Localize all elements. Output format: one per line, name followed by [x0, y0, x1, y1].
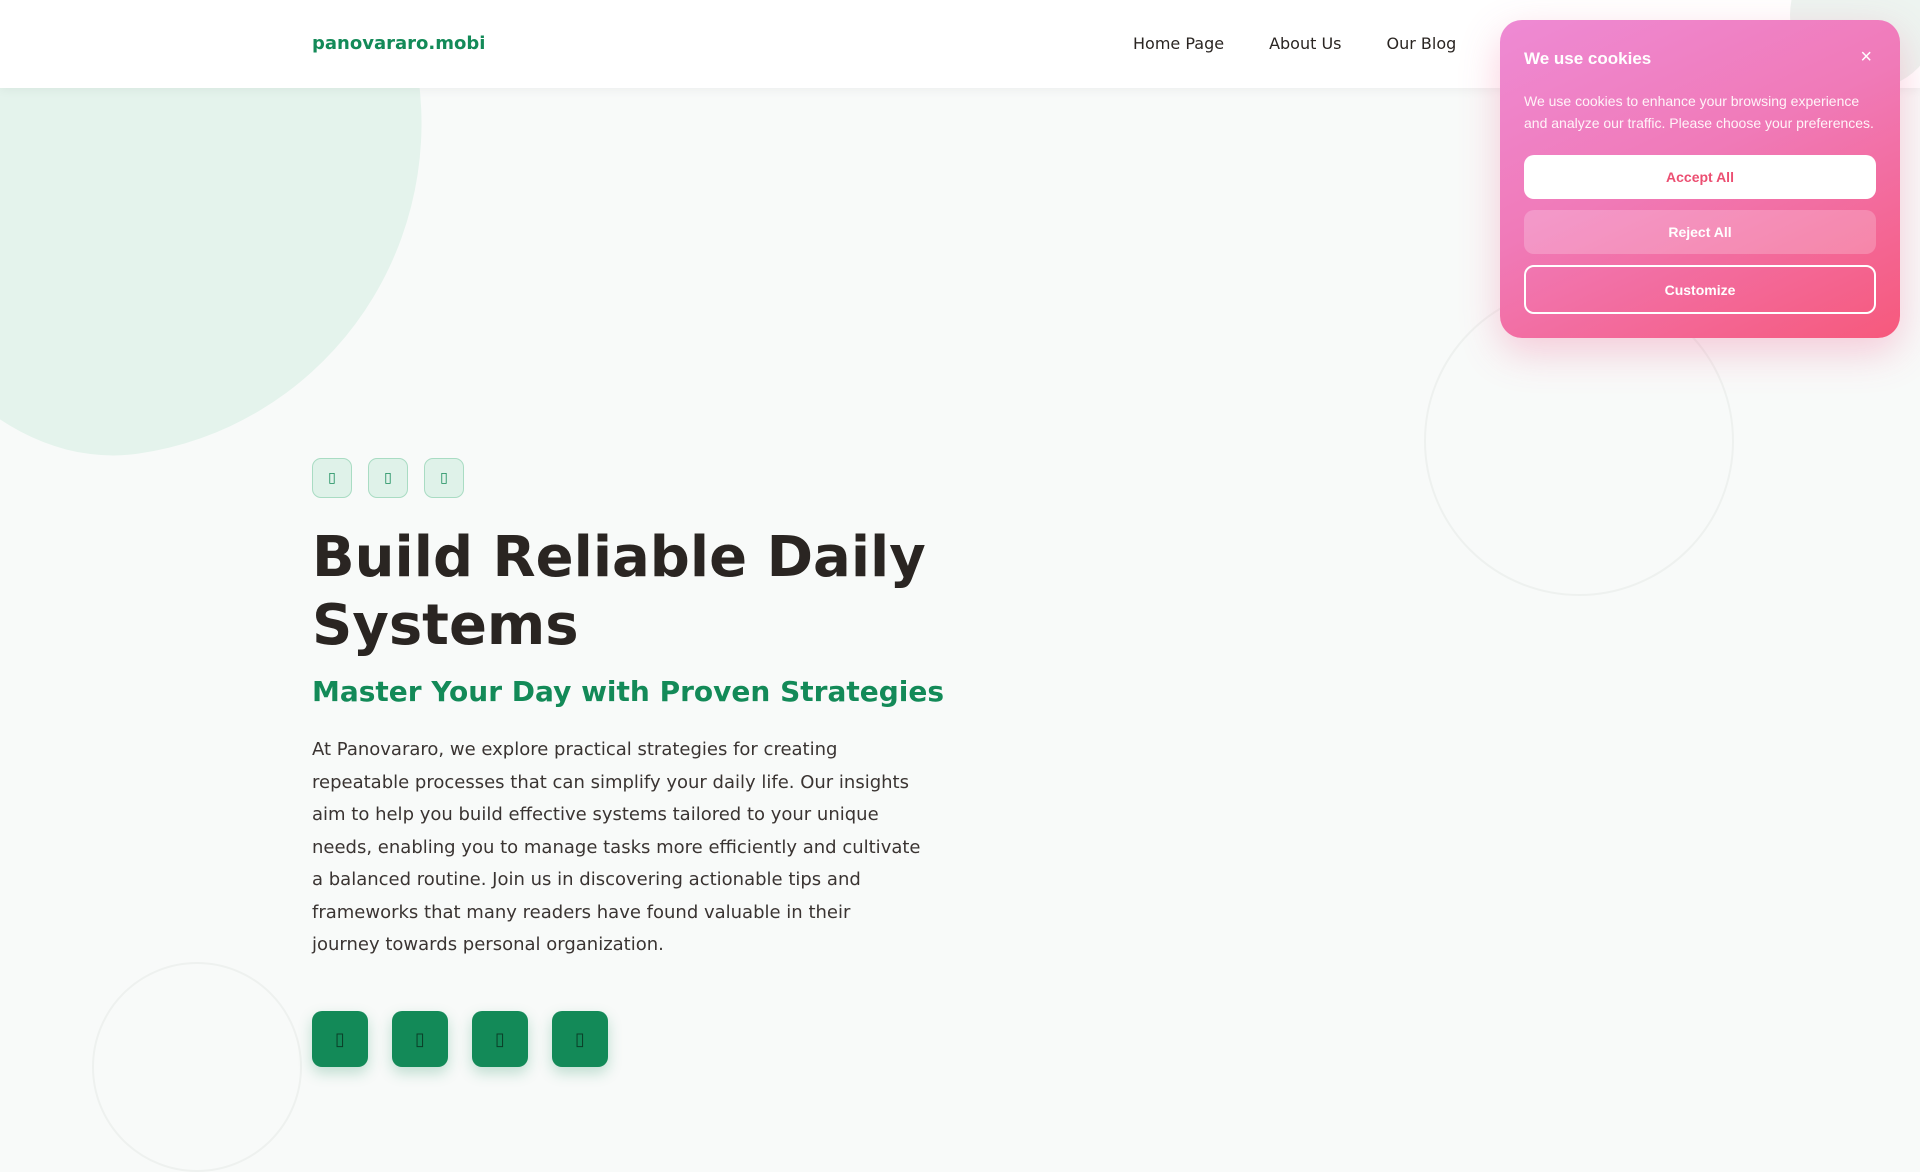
hero-subtitle: Master Your Day with Proven Strategies [312, 675, 945, 708]
close-icon[interactable]: × [1860, 47, 1872, 67]
social-icon-button[interactable]: ▯ [312, 1011, 368, 1067]
main-nav: Home Page About Us Our Blog [1133, 34, 1456, 53]
nav-blog-link[interactable]: Our Blog [1387, 34, 1457, 53]
feature-tag-icon[interactable]: ▯ [368, 458, 408, 498]
hero-title: Build Reliable Daily Systems [312, 525, 926, 658]
hero-description: At Panovararo, we explore practical stra… [312, 739, 921, 955]
cookie-title: We use cookies [1524, 49, 1652, 68]
nav-about-link[interactable]: About Us [1269, 34, 1341, 53]
customize-button[interactable]: Customize [1524, 265, 1876, 314]
cookie-consent-dialog: We use cookies × We use cookies to enhan… [1500, 20, 1900, 338]
social-icon-button[interactable]: ▯ [472, 1011, 528, 1067]
social-icon-button[interactable]: ▯ [552, 1011, 608, 1067]
hero-section: ▯ ▯ ▯ Build Reliable Daily Systems Maste… [312, 458, 1012, 962]
social-links: ▯ ▯ ▯ ▯ [312, 1011, 608, 1067]
social-icon-button[interactable]: ▯ [392, 1011, 448, 1067]
accept-all-button[interactable]: Accept All [1524, 155, 1876, 199]
reject-all-button[interactable]: Reject All [1524, 210, 1876, 254]
feature-tag-icon[interactable]: ▯ [312, 458, 352, 498]
nav-home-link[interactable]: Home Page [1133, 34, 1224, 53]
feature-tag-icon[interactable]: ▯ [424, 458, 464, 498]
cookie-description: We use cookies to enhance your browsing … [1524, 93, 1874, 131]
feature-tags: ▯ ▯ ▯ [312, 458, 1012, 498]
decorative-ring [92, 962, 302, 1172]
site-logo[interactable]: panovararo.mobi [312, 33, 485, 54]
